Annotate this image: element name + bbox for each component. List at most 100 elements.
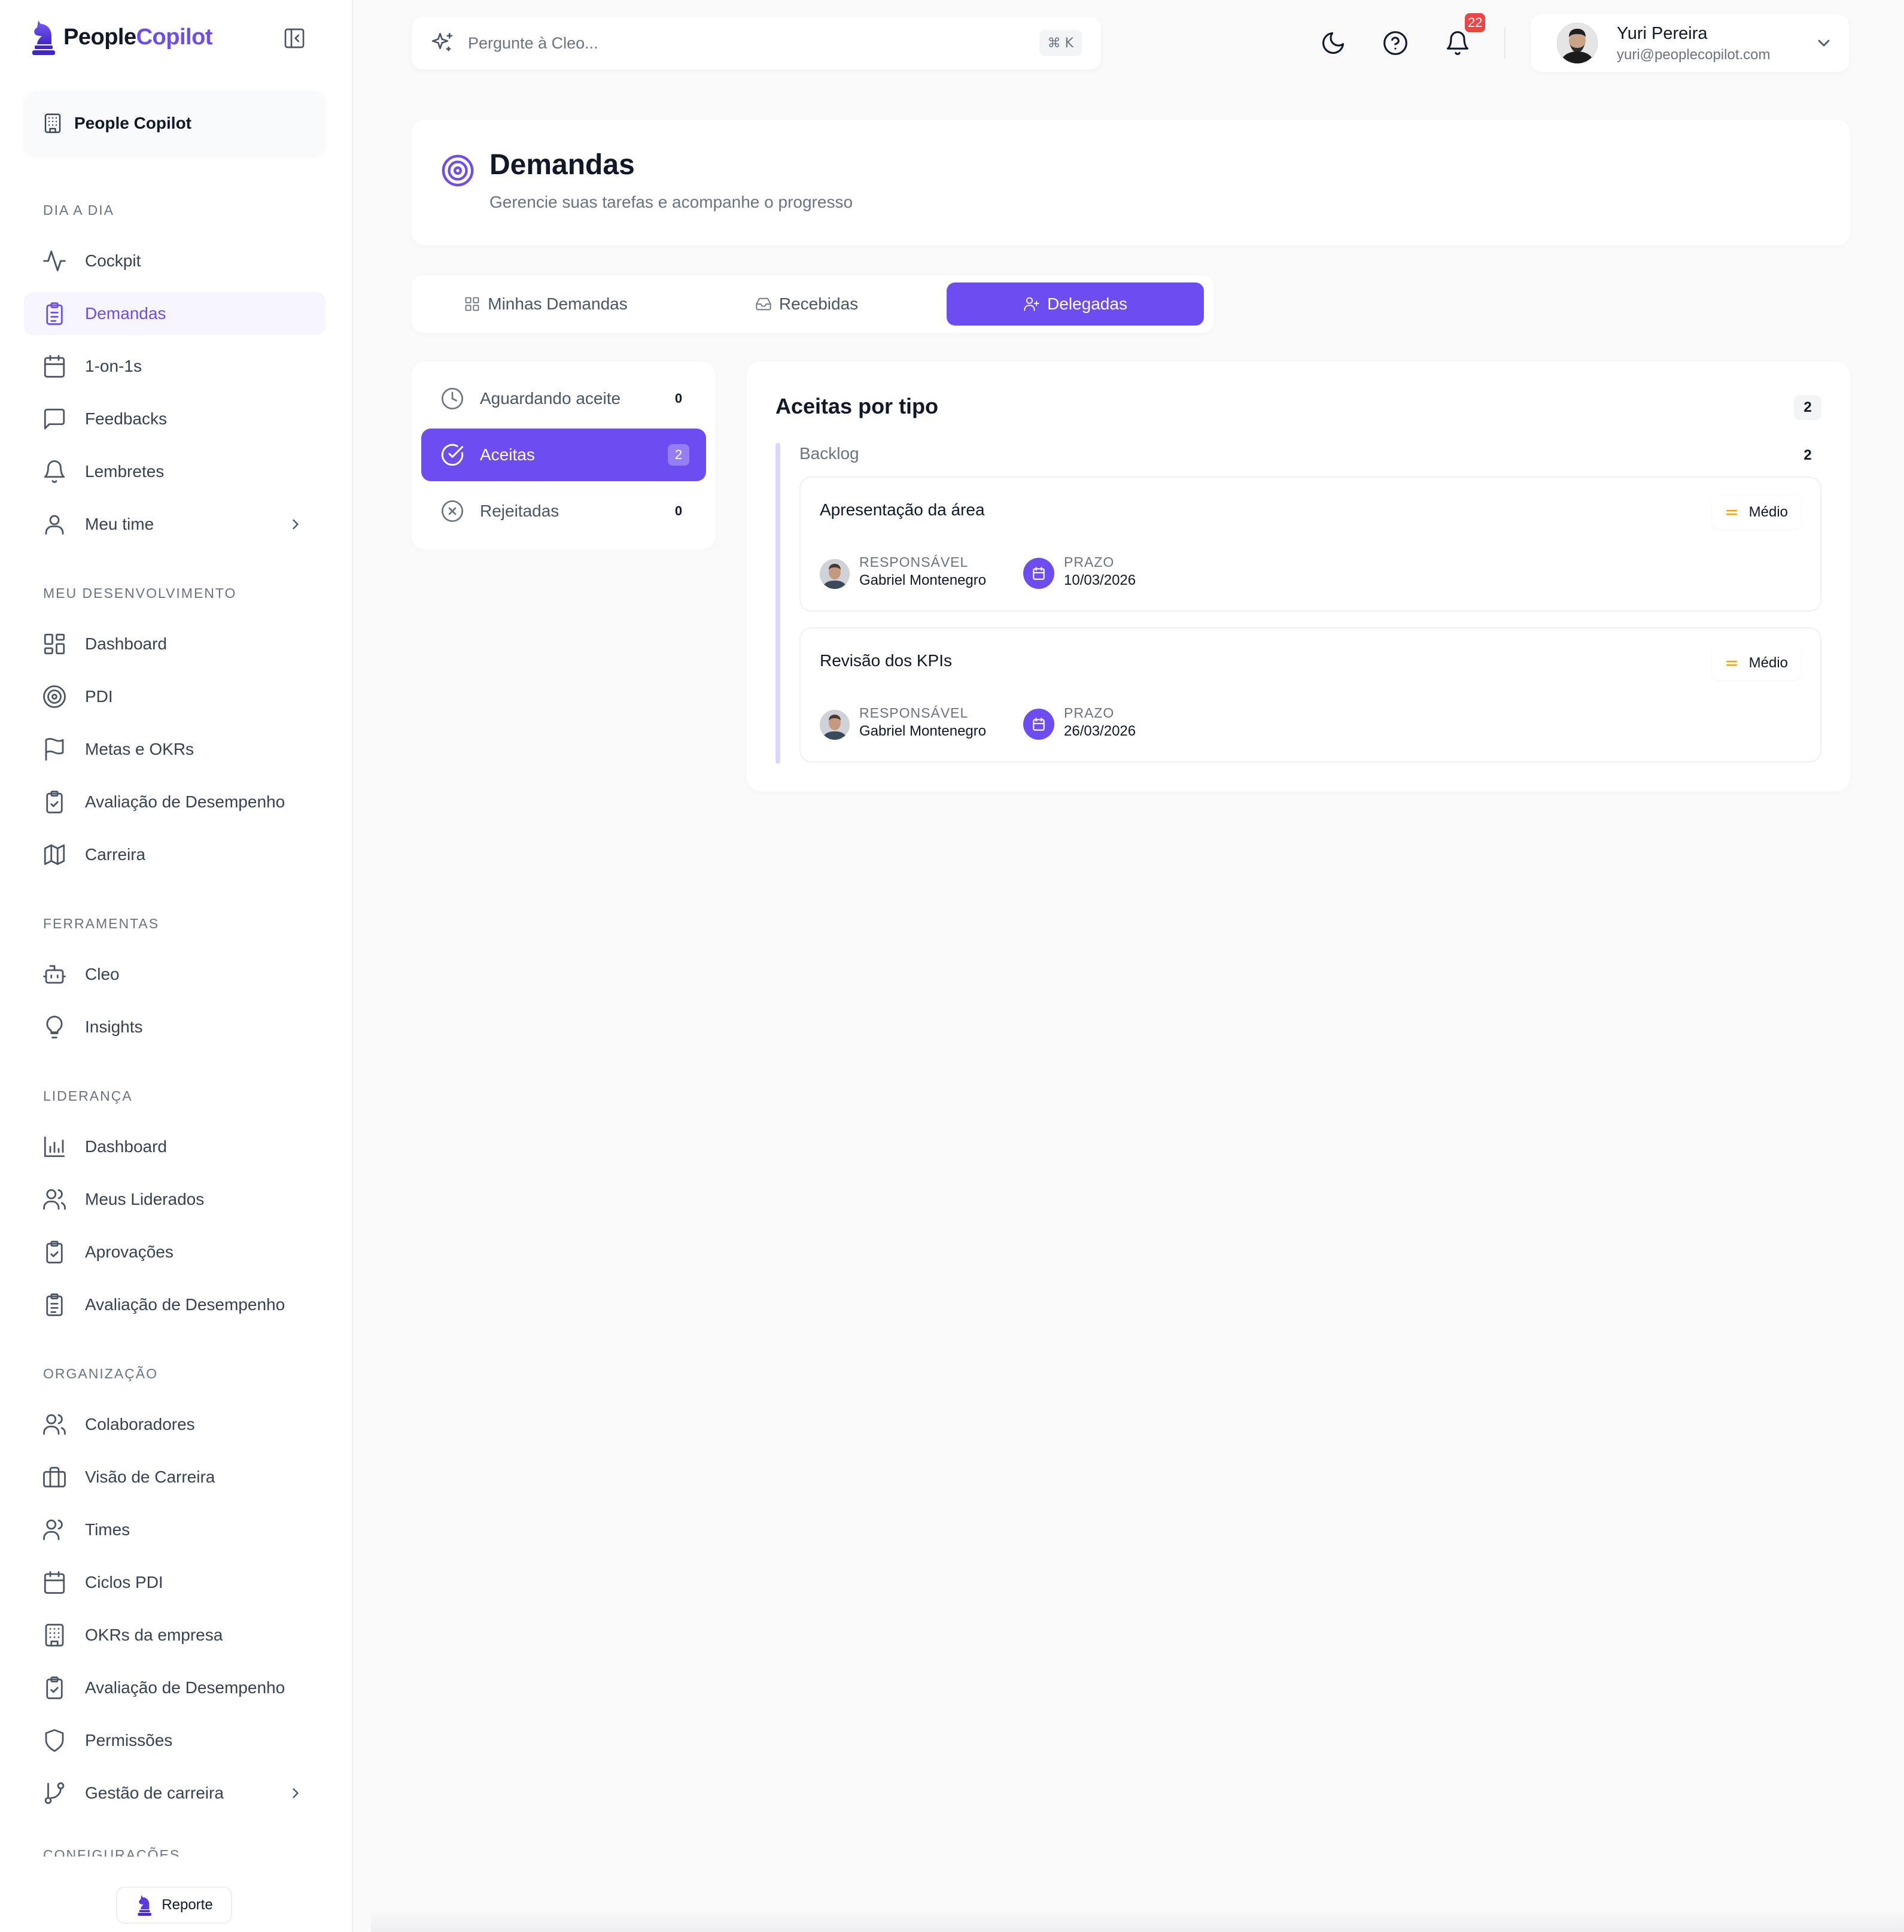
clipboard-check-icon bbox=[42, 1675, 67, 1700]
sidebar-item-okrs-empresa[interactable]: OKRs da empresa bbox=[24, 1614, 326, 1657]
bell-icon bbox=[42, 459, 67, 484]
tab-delegadas[interactable]: Delegadas bbox=[947, 282, 1204, 326]
sidebar-item-demandas[interactable]: Demandas bbox=[24, 292, 326, 335]
sidebar-item-permissoes[interactable]: Permissões bbox=[24, 1719, 326, 1762]
status-filter-list: Aguardando aceite 0 Aceitas 2 Rejeitadas… bbox=[412, 362, 716, 549]
sidebar-item-label: Permissões bbox=[85, 1731, 173, 1749]
sidebar-item-label: Avaliação de Desempenho bbox=[85, 1678, 285, 1697]
due-date-label: PRAZO bbox=[1064, 554, 1115, 570]
bot-icon bbox=[42, 962, 67, 987]
sidebar-item-label: Metas e OKRs bbox=[85, 740, 194, 758]
sidebar-item-lideranca-dashboard[interactable]: Dashboard bbox=[24, 1125, 326, 1168]
responsible-name: Gabriel Montenegro bbox=[859, 723, 987, 739]
report-button[interactable]: Reporte bbox=[116, 1887, 232, 1924]
layout-grid-icon bbox=[42, 631, 67, 657]
status-filter-count: 0 bbox=[674, 391, 683, 406]
sidebar-item-label: Colaboradores bbox=[85, 1415, 195, 1433]
sidebar-item-pdi[interactable]: PDI bbox=[24, 675, 326, 718]
status-filter-aguardando-aceite[interactable]: Aguardando aceite 0 bbox=[421, 372, 706, 425]
sidebar-collapse-icon[interactable] bbox=[282, 26, 306, 50]
sidebar-item-1-on-1s[interactable]: 1-on-1s bbox=[24, 345, 326, 388]
sidebar-item-meus-liderados[interactable]: Meus Liderados bbox=[24, 1178, 326, 1221]
sidebar-item-colaboradores[interactable]: Colaboradores bbox=[24, 1403, 326, 1446]
sidebar-item-insights[interactable]: Insights bbox=[24, 1006, 326, 1049]
report-button-label: Reporte bbox=[162, 1897, 213, 1913]
sidebar-item-gestao-carreira[interactable]: Gestão de carreira bbox=[24, 1772, 326, 1815]
scroll-shadow bbox=[371, 1909, 1904, 1932]
map-icon bbox=[42, 842, 67, 867]
sidebar-item-label: Meus Liderados bbox=[85, 1190, 205, 1208]
sidebar-item-lembretes[interactable]: Lembretes bbox=[24, 450, 326, 493]
building-icon bbox=[42, 113, 63, 134]
priority-medium-icon bbox=[1726, 661, 1737, 666]
bell-icon[interactable] bbox=[1444, 30, 1471, 56]
page-header: Demandas Gerencie suas tarefas e acompan… bbox=[412, 120, 1850, 245]
sidebar-item-aprovacoes[interactable]: Aprovações bbox=[24, 1231, 326, 1274]
tab-minhas-demandas[interactable]: Minhas Demandas bbox=[419, 282, 673, 326]
status-filter-rejeitadas[interactable]: Rejeitadas 0 bbox=[421, 485, 706, 537]
sidebar-item-label: Dashboard bbox=[85, 1137, 167, 1156]
lightbulb-icon bbox=[42, 1014, 67, 1040]
calendar-icon bbox=[1031, 716, 1047, 732]
priority-badge: Médio bbox=[1711, 496, 1801, 529]
sidebar-item-cockpit[interactable]: Cockpit bbox=[24, 239, 326, 282]
clipboard-list-icon bbox=[42, 1292, 67, 1317]
sidebar-item-cleo[interactable]: Cleo bbox=[24, 953, 326, 996]
group-accent-bar bbox=[775, 443, 780, 764]
sidebar-item-label: 1-on-1s bbox=[85, 357, 142, 375]
organization-name: People Copilot bbox=[74, 114, 191, 132]
tab-label: Delegadas bbox=[1047, 294, 1127, 313]
responsible-label: RESPONSÁVEL bbox=[859, 705, 969, 721]
users-icon bbox=[42, 1187, 67, 1212]
clipboard-list-icon bbox=[42, 301, 67, 326]
cleo-search-input[interactable]: Pergunte à Cleo... ⌘ K bbox=[412, 17, 1101, 69]
priority-label: Médio bbox=[1748, 504, 1788, 520]
search-placeholder: Pergunte à Cleo... bbox=[468, 34, 598, 52]
sidebar-item-lideranca-avaliacao[interactable]: Avaliação de Desempenho bbox=[24, 1283, 326, 1326]
tab-recebidas[interactable]: Recebidas bbox=[680, 282, 933, 326]
status-filter-aceitas[interactable]: Aceitas 2 bbox=[421, 429, 706, 481]
briefcase-icon bbox=[42, 1465, 67, 1490]
tab-label: Recebidas bbox=[778, 294, 859, 313]
section-title-meu-desenvolvimento: MEU DESENVOLVIMENTO bbox=[43, 585, 237, 601]
moon-icon[interactable] bbox=[1320, 30, 1346, 56]
responsible-name: Gabriel Montenegro bbox=[859, 572, 987, 588]
user-name: Yuri Pereira bbox=[1617, 24, 1708, 43]
sidebar-item-feedbacks[interactable]: Feedbacks bbox=[24, 397, 326, 441]
task-card[interactable]: Revisão dos KPIs Médio RESPONSÁVEL Gabri… bbox=[799, 627, 1821, 763]
knight-logo-icon bbox=[32, 20, 55, 55]
status-filter-label: Aguardando aceite bbox=[480, 389, 621, 408]
user-avatar bbox=[1557, 23, 1598, 63]
accepted-by-type-panel: Aceitas por tipo 2 Backlog 2 Apresentaçã… bbox=[747, 362, 1850, 791]
activity-icon bbox=[42, 248, 67, 274]
sidebar-item-metas-okrs[interactable]: Metas e OKRs bbox=[24, 728, 326, 771]
help-circle-icon[interactable] bbox=[1382, 30, 1409, 56]
chevron-right-icon bbox=[287, 1785, 304, 1802]
demand-tabs: Minhas Demandas Recebidas Delegadas bbox=[412, 275, 1213, 333]
topbar-divider bbox=[1504, 28, 1505, 59]
sidebar-item-org-avaliacao[interactable]: Avaliação de Desempenho bbox=[24, 1666, 326, 1709]
due-date-label: PRAZO bbox=[1064, 705, 1115, 721]
sidebar-item-carreira[interactable]: Carreira bbox=[24, 833, 326, 876]
sidebar-item-ciclos-pdi[interactable]: Ciclos PDI bbox=[24, 1561, 326, 1604]
sidebar-item-label: Visão de Carreira bbox=[85, 1468, 215, 1486]
keyboard-shortcut: ⌘ K bbox=[1039, 30, 1082, 56]
organization-switcher[interactable]: People Copilot bbox=[24, 91, 326, 156]
status-filter-label: Rejeitadas bbox=[480, 502, 559, 520]
responsible-avatar bbox=[820, 710, 850, 740]
sidebar-item-visao-carreira[interactable]: Visão de Carreira bbox=[24, 1456, 326, 1499]
task-card[interactable]: Apresentação da área Médio RESPONSÁVEL G… bbox=[799, 476, 1821, 612]
due-date: 10/03/2026 bbox=[1064, 572, 1136, 588]
sidebar-item-dashboard[interactable]: Dashboard bbox=[24, 622, 326, 666]
chevron-right-icon bbox=[287, 516, 304, 533]
sidebar-item-label: Carreira bbox=[85, 845, 146, 864]
brand-logo[interactable]: PeopleCopilot bbox=[29, 18, 212, 56]
sidebar-item-times[interactable]: Times bbox=[24, 1508, 326, 1551]
user-icon bbox=[42, 512, 67, 537]
user-menu[interactable]: Yuri Pereira yuri@peoplecopilot.com bbox=[1531, 14, 1849, 72]
section-title-ferramentas: FERRAMENTAS bbox=[43, 916, 160, 931]
sidebar-item-meu-time[interactable]: Meu time bbox=[24, 503, 326, 546]
clock-icon bbox=[440, 387, 464, 411]
sidebar-item-avaliacao-desempenho[interactable]: Avaliação de Desempenho bbox=[24, 780, 326, 824]
sidebar-item-label: Avaliação de Desempenho bbox=[85, 1295, 285, 1314]
